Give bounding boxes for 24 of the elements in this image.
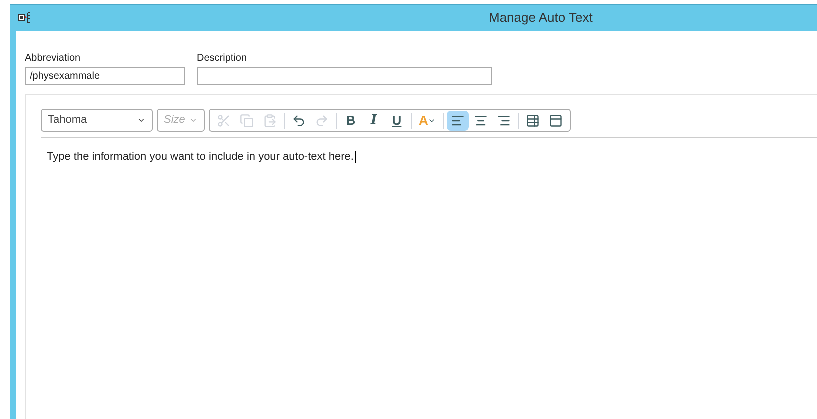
paste-icon [263,114,277,128]
panel-icon [549,114,564,128]
table-icon [526,114,540,128]
app-icon [18,12,32,24]
bold-button[interactable]: B [340,110,362,130]
align-center-icon [474,114,488,128]
align-right-icon [497,114,512,128]
text-field[interactable] [197,67,492,85]
caret-icon [189,116,198,125]
italic-button[interactable]: I [363,110,385,130]
caret-icon [137,116,146,125]
field-label: Abbreviation [25,52,82,65]
text-field[interactable]: /physexammale [25,67,185,85]
underline-button[interactable]: U [386,110,408,130]
window-title: Manage Auto Text [489,9,593,28]
field-label: Description [197,52,248,65]
align-left-button[interactable] [447,110,470,130]
editor-text[interactable]: Type the information you want to include in your auto-text here. [47,151,356,163]
font-dropdown[interactable]: Tahoma [41,109,153,132]
copy-icon [240,114,254,128]
undo-icon [292,114,306,128]
align-left-icon [451,114,466,128]
redo-icon [315,114,329,128]
cut-icon [217,114,231,128]
